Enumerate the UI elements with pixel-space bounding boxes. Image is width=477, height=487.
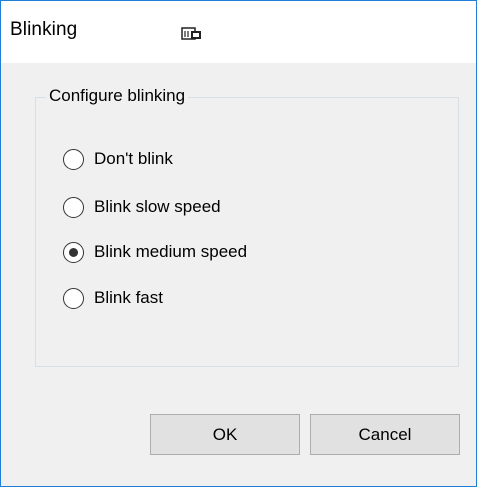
radio-dont-blink[interactable]: Don't blink: [63, 145, 173, 173]
radio-label: Blink fast: [94, 288, 163, 307]
blinking-dialog: Blinking Configure blinking Don't blink …: [0, 0, 477, 487]
radio-button-icon[interactable]: [63, 148, 84, 170]
radio-button-selected-icon[interactable]: [63, 241, 84, 263]
group-legend: Configure blinking: [46, 86, 189, 106]
radio-blink-slow-speed[interactable]: Blink slow speed: [63, 193, 221, 221]
title-bar[interactable]: Blinking: [1, 1, 476, 63]
radio-blink-medium-speed[interactable]: Blink medium speed: [63, 238, 247, 266]
radio-blink-fast[interactable]: Blink fast: [63, 284, 163, 312]
ok-button[interactable]: OK: [150, 414, 300, 455]
radio-label: Blink slow speed: [94, 197, 221, 216]
radio-label: Don't blink: [94, 149, 173, 168]
cancel-button[interactable]: Cancel: [310, 414, 460, 455]
configure-blinking-group: Configure blinking: [35, 86, 459, 367]
radio-button-icon[interactable]: [63, 287, 84, 309]
radio-label: Blink medium speed: [94, 242, 248, 261]
window-icon[interactable]: [181, 26, 203, 42]
window-title: Blinking: [10, 19, 78, 40]
radio-button-icon[interactable]: [63, 196, 84, 218]
